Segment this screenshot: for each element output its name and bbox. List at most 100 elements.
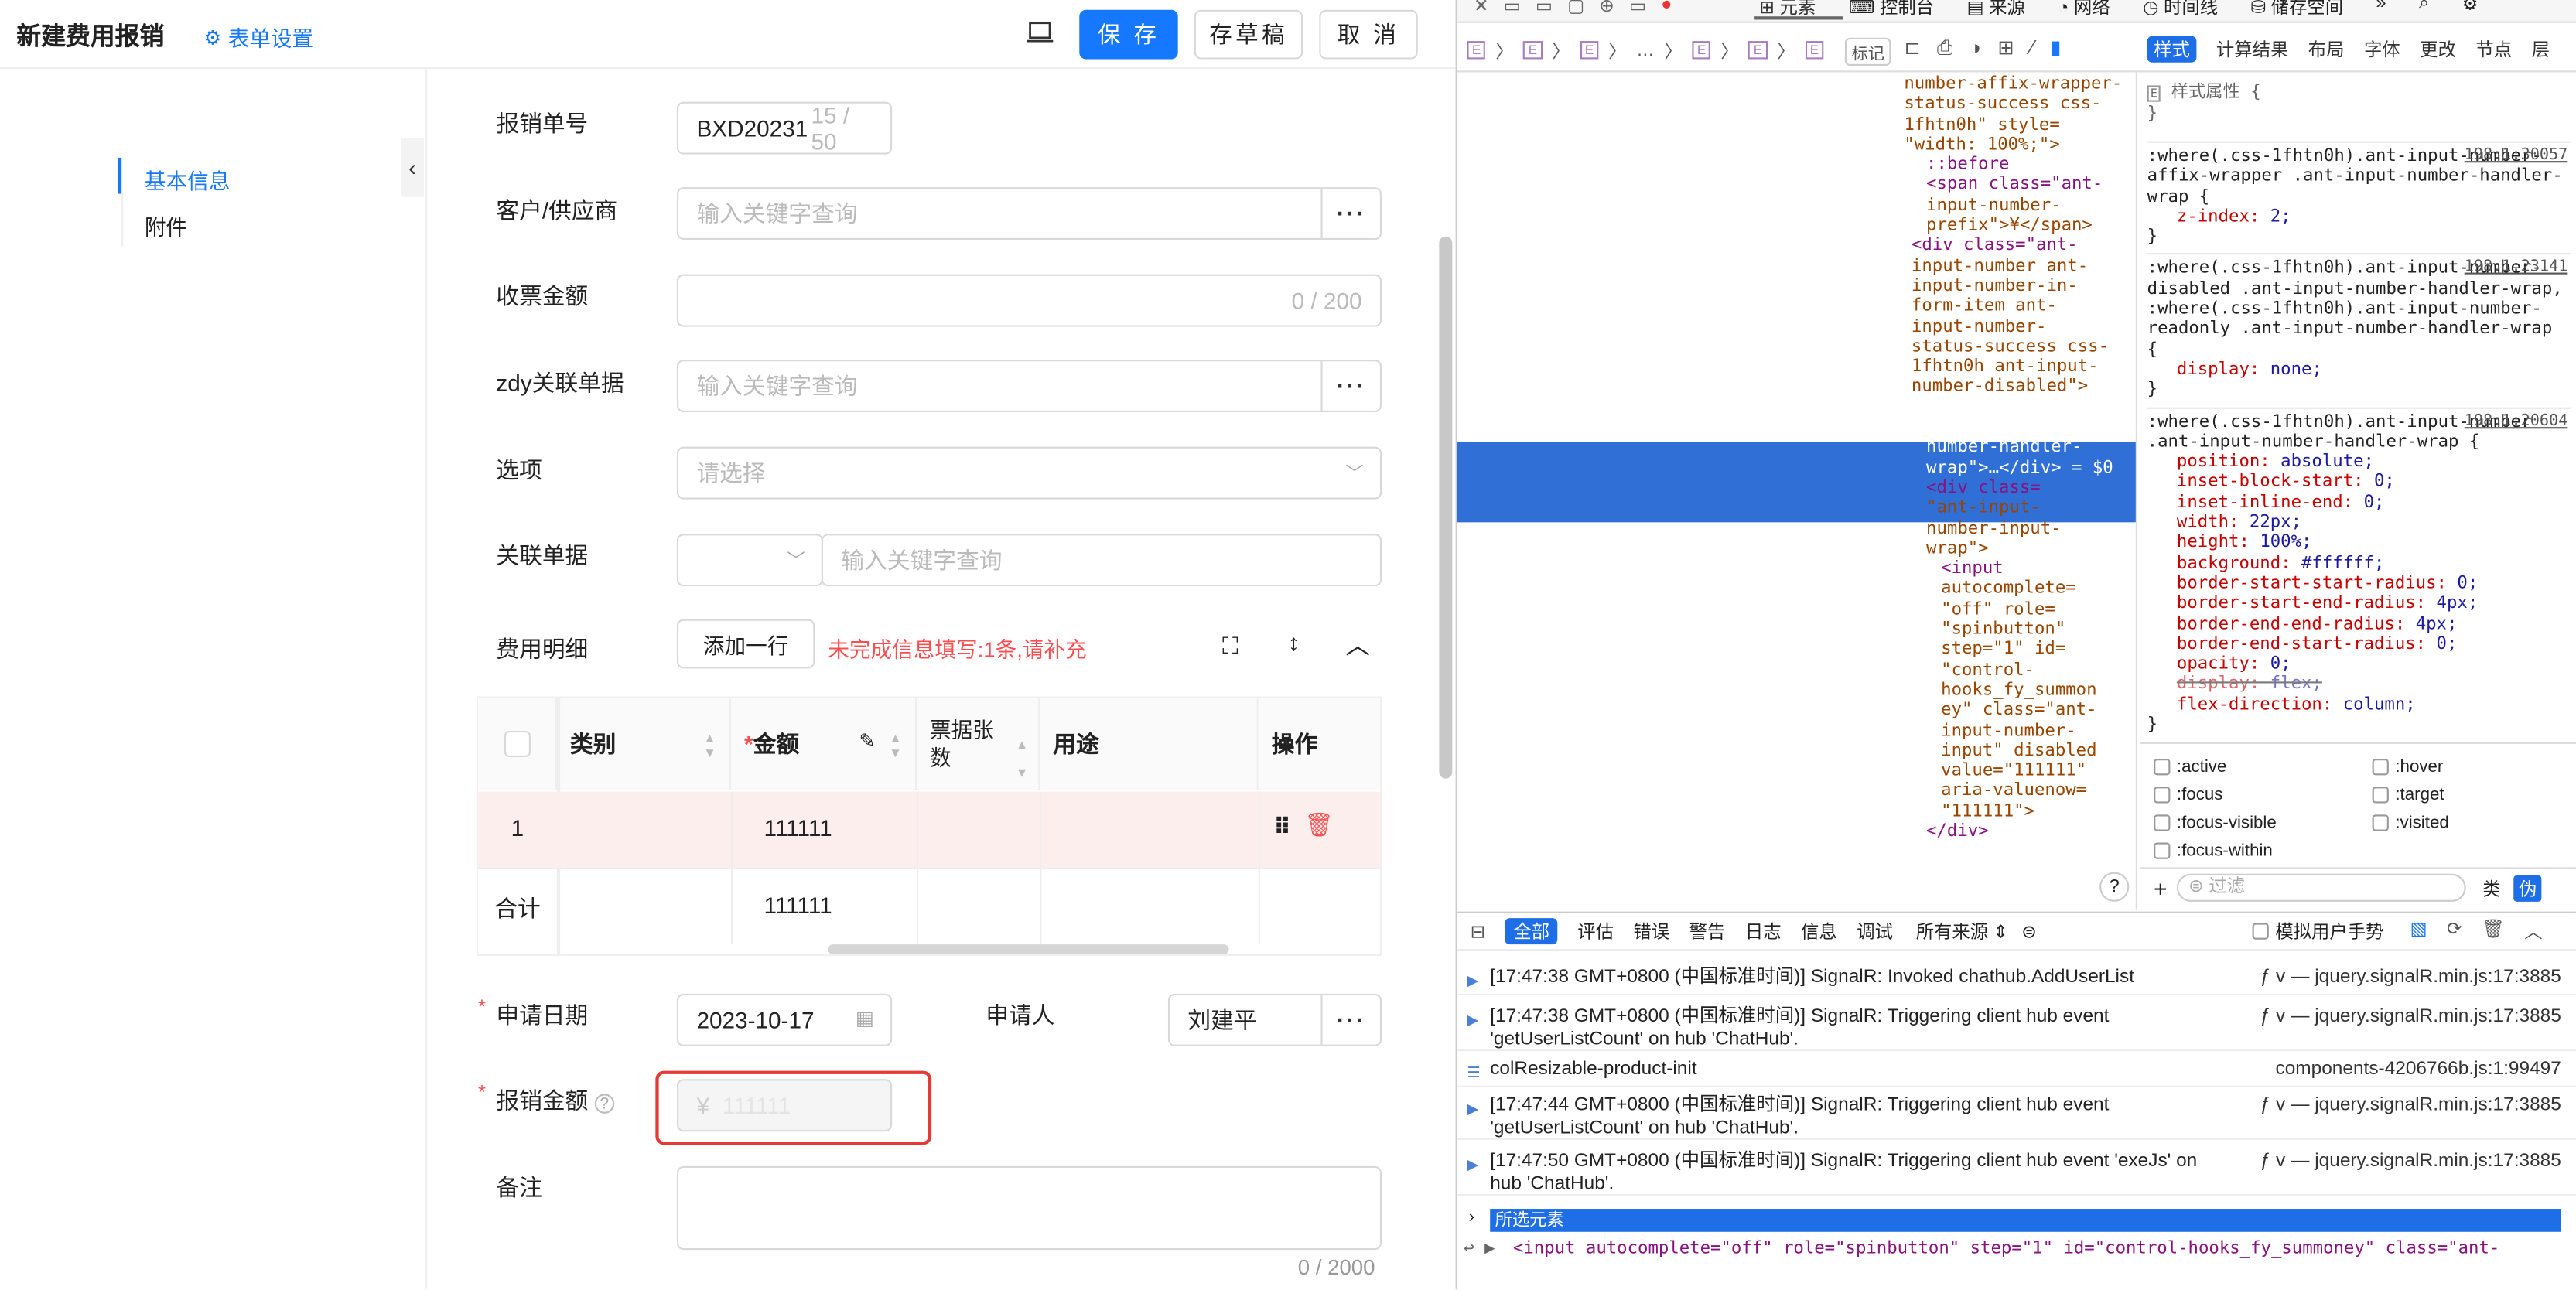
more-tabs-icon[interactable]: » — [2376, 0, 2386, 19]
console-sidebar-icon[interactable]: ⊟ — [1471, 920, 1486, 941]
dom-line[interactable]: "spinbutton" — [1904, 619, 2134, 640]
dom-line[interactable]: class="ant-input- — [1904, 418, 2134, 438]
breadcrumb-element-icon[interactable]: E — [1805, 41, 1824, 60]
dom-line[interactable]: number-input- — [1904, 518, 2134, 538]
select-all-checkbox[interactable] — [477, 698, 557, 790]
form-settings-link[interactable]: ⚙ 表单设置 — [203, 22, 313, 53]
style-declaration[interactable]: border-end-start-radius: 0; — [2147, 633, 2571, 654]
style-declaration[interactable]: inset-inline-end: 0; — [2147, 493, 2571, 513]
style-declaration[interactable]: border-start-start-radius: 0; — [2147, 573, 2571, 593]
pseudo-state-checkbox[interactable]: :target — [2372, 785, 2444, 805]
console-filter-1[interactable]: 评估 — [1577, 918, 1614, 944]
layout-icon[interactable]: ⊏ — [1904, 36, 1920, 61]
monitor-icon[interactable] — [1025, 19, 1054, 43]
dom-line[interactable]: "111111"> — [1904, 801, 2134, 821]
log-source-link[interactable]: ƒ v — jquery.signalR.min.js:17:3885 — [2260, 966, 2561, 989]
dom-line[interactable]: input-number ant- — [1904, 256, 2134, 276]
log-source-link[interactable]: components-4206766b.js:1:99497 — [2275, 1058, 2561, 1081]
bill-no-input[interactable]: BXD20231 15 / 50 — [676, 101, 893, 155]
console-filter-5[interactable]: 信息 — [1801, 918, 1837, 944]
source-filter-select[interactable]: 所有来源 ⇕ — [1916, 918, 2009, 944]
style-tab-changes[interactable]: 更改 — [2420, 36, 2456, 63]
style-declaration[interactable]: display: none; — [2147, 360, 2571, 380]
customer-more-button[interactable]: ··· — [1320, 189, 1379, 238]
table-row[interactable]: 1 111111 ⠿ 🗑 — [477, 791, 1380, 868]
customer-input[interactable]: 输入关键字查询 ··· — [676, 187, 1382, 241]
dom-line[interactable]: input" disabled — [1904, 740, 2134, 760]
console-log-line[interactable]: ☰ colResizable-product-init components-420… — [1457, 1058, 2576, 1087]
sort-icon[interactable]: ▲ ▼ — [703, 731, 716, 760]
cancel-button[interactable]: 取 消 — [1319, 9, 1418, 60]
column-header-invoice-count[interactable]: 票据张数 ▲ ▼ — [917, 698, 1040, 790]
dom-line[interactable]: ey" class="ant- — [1904, 700, 2134, 720]
tab-storage[interactable]: ⛁ 储存空间 — [2251, 0, 2344, 19]
collapse-sidebar-chevron-icon[interactable]: ‹ — [401, 138, 424, 197]
console-filter-4[interactable]: 日志 — [1745, 918, 1782, 944]
close-icon[interactable]: ✕ — [1474, 0, 1489, 16]
dom-line[interactable]: 1fhtn0h" style= — [1904, 114, 2134, 135]
style-rule-source[interactable]: 198:1:30057 — [2465, 146, 2568, 166]
dom-line[interactable]: <input — [1904, 558, 2134, 578]
trash-icon[interactable]: 🗑 — [1304, 811, 1334, 839]
style-tab-font[interactable]: 字体 — [2364, 36, 2400, 63]
style-declaration[interactable]: position: absolute; — [2147, 452, 2571, 472]
column-header-category[interactable]: 类别 ▲ ▼ — [556, 698, 732, 790]
row-amount[interactable]: 111111 — [764, 814, 832, 841]
dom-line[interactable]: status-success css- — [1904, 336, 2134, 357]
dom-line[interactable]: "ant-input- — [1904, 498, 2134, 518]
dock-icon[interactable]: ▭ — [1504, 0, 1521, 16]
column-header-purpose[interactable]: 用途 — [1040, 698, 1259, 790]
dom-line[interactable]: form-item ant- — [1904, 296, 2134, 316]
style-filter-input[interactable]: ⊜ 过滤 — [2177, 873, 2467, 902]
breadcrumb-more[interactable]: … — [1636, 40, 1654, 60]
console-log-line[interactable]: ▶ [17:47:50 GMT+0800 (中国标准时间)] SignalR: T… — [1457, 1150, 2576, 1196]
error-icon[interactable]: ● — [1661, 0, 1672, 16]
class-toggle[interactable]: 类 — [2482, 875, 2500, 901]
table-horizontal-scrollbar[interactable] — [828, 944, 1229, 954]
grid-icon[interactable]: ⊞ — [1997, 36, 2014, 61]
breadcrumb-element-icon[interactable]: E — [1748, 41, 1768, 60]
style-declaration[interactable]: height: 100%; — [2147, 533, 2571, 553]
style-rule[interactable]: 198:1:30057:where(.css-1fhtn0h).ant-inpu… — [2147, 141, 2571, 254]
log-source-link[interactable]: ƒ v — jquery.signalR.min.js:17:3885 — [2260, 1150, 2561, 1173]
style-declaration[interactable]: inset-block-start: 0; — [2147, 472, 2571, 492]
pseudo-toggle[interactable]: 伪 — [2513, 874, 2542, 901]
dom-line[interactable]: <div — [1904, 397, 2134, 417]
zdy-input[interactable]: 输入关键字查询 ··· — [676, 360, 1382, 413]
style-declaration[interactable]: width: 22px; — [2147, 513, 2571, 533]
dom-line[interactable]: 1fhtn0h ant-input- — [1904, 357, 2134, 377]
dom-line[interactable]: </div> — [1904, 821, 2134, 841]
window-icon[interactable]: ▢ — [1567, 0, 1584, 16]
dom-line[interactable]: input-number- — [1904, 195, 2134, 215]
dom-line[interactable]: number-handler- — [1904, 438, 2134, 458]
pseudo-state-checkbox[interactable]: :active — [2154, 757, 2226, 777]
sort-icon[interactable]: ▲ ▼ — [889, 731, 902, 760]
refresh-icon[interactable]: ⟳ — [2447, 918, 2462, 944]
log-source-link[interactable]: ƒ v — jquery.signalR.min.js:17:3885 — [2260, 1094, 2561, 1117]
dom-line[interactable]: wrap"> — [1904, 538, 2134, 558]
log-source-link[interactable]: ƒ v — jquery.signalR.min.js:17:3885 — [2260, 1005, 2561, 1029]
pseudo-state-checkbox[interactable]: :focus-within — [2154, 841, 2273, 861]
style-declaration[interactable]: opacity: 0; — [2147, 654, 2571, 674]
dom-tree[interactable]: number-affix-wrapper-status-success css-… — [1457, 72, 2137, 910]
preserve-log-icon[interactable]: ▧ — [2410, 918, 2427, 944]
add-row-button[interactable]: 添加一行 — [676, 619, 815, 669]
dom-line[interactable]: "control- — [1904, 660, 2134, 680]
save-draft-button[interactable]: 存草稿 — [1194, 9, 1303, 60]
search-icon[interactable]: ⌕ — [2419, 0, 2429, 19]
related-input[interactable]: 输入关键字查询 — [821, 534, 1382, 587]
dom-line[interactable]: input-number- — [1904, 316, 2134, 336]
breadcrumb-element-icon[interactable]: E — [1580, 41, 1599, 60]
console-filter-2[interactable]: 错误 — [1633, 918, 1669, 944]
style-rule-source[interactable]: 198:1:20604 — [2465, 411, 2568, 432]
breadcrumb-element-icon[interactable]: E — [1692, 41, 1711, 60]
style-tab-node[interactable]: 节点 — [2475, 36, 2512, 63]
trash-icon[interactable]: 🗑 — [2482, 918, 2505, 944]
edit-pencil-icon[interactable]: ✎ — [859, 729, 876, 752]
invoice-amount-input[interactable]: 0 / 200 — [676, 274, 1382, 327]
applicant-input[interactable]: 刘建平 ··· — [1167, 993, 1382, 1046]
style-declaration[interactable]: border-end-end-radius: 4px; — [2147, 613, 2571, 633]
dom-line[interactable]: aria-valuenow= — [1904, 781, 2134, 801]
console-log-line[interactable]: ▶ [17:47:38 GMT+0800 (中国标准时间)] SignalR: T… — [1457, 1005, 2576, 1052]
device-icon[interactable]: ▭ — [1629, 0, 1646, 16]
